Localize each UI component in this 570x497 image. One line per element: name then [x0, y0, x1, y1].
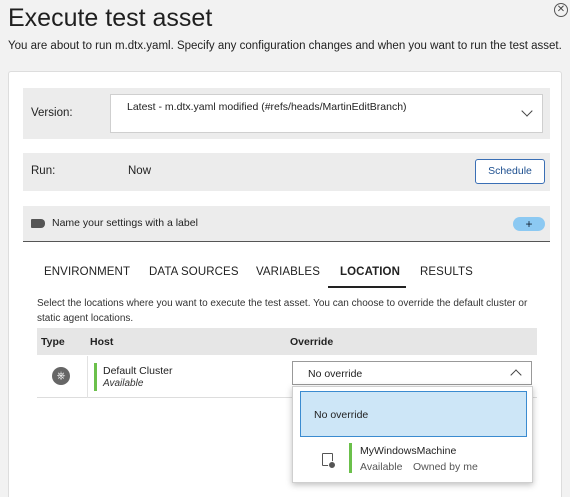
tab-results[interactable]: RESULTS: [420, 266, 473, 278]
option-machine-name[interactable]: MyWindowsMachine: [360, 445, 456, 457]
available-indicator: [94, 363, 97, 391]
version-row: Version: Latest - m.dtx.yaml modified (#…: [23, 88, 550, 139]
host-status: Available: [103, 378, 144, 389]
tab-variables[interactable]: VARIABLES: [256, 266, 320, 278]
host-name: Default Cluster: [103, 365, 173, 377]
label-input[interactable]: Name your settings with a label: [52, 217, 198, 229]
chevron-up-icon: [510, 369, 522, 381]
close-icon[interactable]: ✕: [554, 3, 568, 17]
override-dropdown: No override MyWindowsMachine Available O…: [292, 386, 533, 483]
page-title: Execute test asset: [8, 4, 213, 32]
option-machine-status: Available: [360, 461, 403, 473]
option-machine-owner: Owned by me: [413, 461, 478, 473]
active-tab-underline: [328, 286, 406, 288]
override-select[interactable]: No override: [292, 361, 532, 385]
option-no-override[interactable]: No override: [300, 391, 527, 437]
override-value: No override: [308, 368, 363, 380]
dialog-subtitle: You are about to run m.dtx.yaml. Specify…: [8, 40, 562, 52]
version-value: Latest - m.dtx.yaml modified (#refs/head…: [127, 101, 407, 113]
column-host: Host: [90, 336, 114, 348]
chevron-down-icon: [521, 105, 533, 117]
run-label: Run:: [31, 165, 56, 177]
kubernetes-icon: ⎈: [52, 367, 70, 385]
run-row: Run: Now Schedule: [23, 153, 550, 191]
label-row: Name your settings with a label +: [23, 206, 550, 242]
run-value: Now: [128, 165, 152, 177]
location-description: Select the locations where you want to e…: [37, 298, 528, 324]
column-type: Type: [41, 336, 65, 348]
tab-data-sources[interactable]: DATA SOURCES: [149, 266, 239, 278]
tab-location[interactable]: LOCATION: [340, 266, 400, 278]
version-label: Version:: [31, 107, 73, 119]
schedule-button[interactable]: Schedule: [475, 159, 545, 184]
table-header: Type Host Override: [37, 328, 537, 355]
tab-environment[interactable]: ENVIRONMENT: [44, 266, 130, 278]
add-label-button[interactable]: +: [513, 217, 545, 231]
option-label: No override: [314, 409, 369, 421]
column-override: Override: [290, 336, 334, 348]
column-divider: [87, 356, 88, 398]
agent-machine-icon: [322, 453, 336, 469]
available-indicator: [349, 443, 352, 473]
tag-icon: [31, 219, 45, 228]
version-select[interactable]: Latest - m.dtx.yaml modified (#refs/head…: [110, 94, 543, 133]
